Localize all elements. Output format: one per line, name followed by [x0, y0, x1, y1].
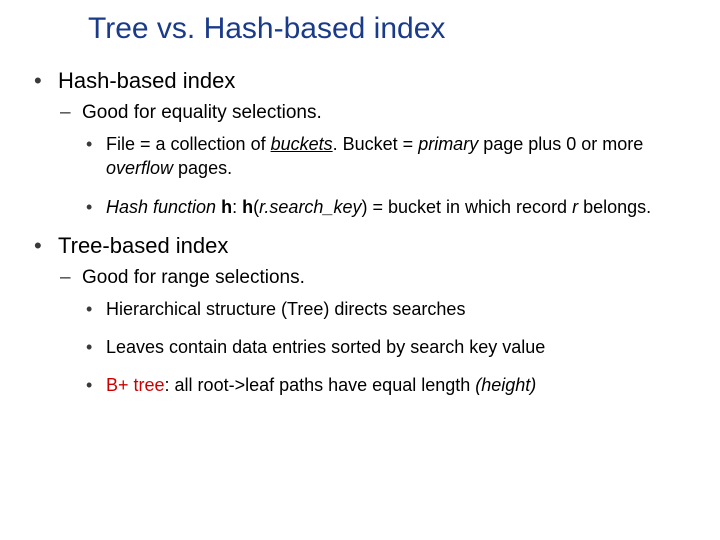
point-bplus: B+ tree: all root->leaf paths have equal… [82, 373, 690, 397]
page-title: Tree vs. Hash-based index [88, 12, 690, 46]
term-hash-function: Hash function [106, 197, 216, 217]
section-heading: Tree-based index [58, 233, 228, 258]
text: : [232, 197, 242, 217]
point-hash-function: Hash function h: h(r.search_key) = bucke… [82, 195, 690, 219]
text: Leaves contain data entries sorted by se… [106, 337, 545, 357]
sub-list: Good for equality selections. File = a c… [58, 102, 690, 219]
sub-label: Good for equality selections. [82, 102, 322, 123]
text: = bucket in which record [367, 197, 572, 217]
point-hierarchical: Hierarchical structure (Tree) directs se… [82, 297, 690, 321]
section-hash: Hash-based index Good for equality selec… [30, 68, 690, 219]
term-buckets: buckets [271, 134, 333, 154]
text: : all root->leaf paths have equal length [165, 375, 476, 395]
point-leaves: Leaves contain data entries sorted by se… [82, 335, 690, 359]
term-primary: primary [418, 134, 478, 154]
text: pages. [173, 158, 232, 178]
section-tree: Tree-based index Good for range selectio… [30, 233, 690, 398]
sub-label: Good for range selections. [82, 267, 305, 288]
sub-list: Good for range selections. Hierarchical … [58, 267, 690, 398]
sub-item: Good for equality selections. File = a c… [58, 102, 690, 219]
text: Hierarchical structure (Tree) directs se… [106, 299, 465, 319]
point-list: File = a collection of buckets. Bucket =… [82, 132, 690, 219]
var-h: h [242, 197, 253, 217]
text: page plus 0 or more [478, 134, 643, 154]
text: File = a collection of [106, 134, 271, 154]
text: belongs. [578, 197, 651, 217]
point-list: Hierarchical structure (Tree) directs se… [82, 297, 690, 398]
term-overflow: overflow [106, 158, 173, 178]
var-r-search-key: r.search_key [259, 197, 361, 217]
sub-item: Good for range selections. Hierarchical … [58, 267, 690, 398]
point-file-buckets: File = a collection of buckets. Bucket =… [82, 132, 690, 181]
var-h: h [216, 197, 232, 217]
text: . Bucket = [333, 134, 419, 154]
slide: Tree vs. Hash-based index Hash-based ind… [0, 0, 720, 432]
term-height: (height) [475, 375, 536, 395]
top-list: Hash-based index Good for equality selec… [30, 68, 690, 398]
section-heading: Hash-based index [58, 68, 235, 93]
term-bplus: B+ tree [106, 375, 165, 395]
